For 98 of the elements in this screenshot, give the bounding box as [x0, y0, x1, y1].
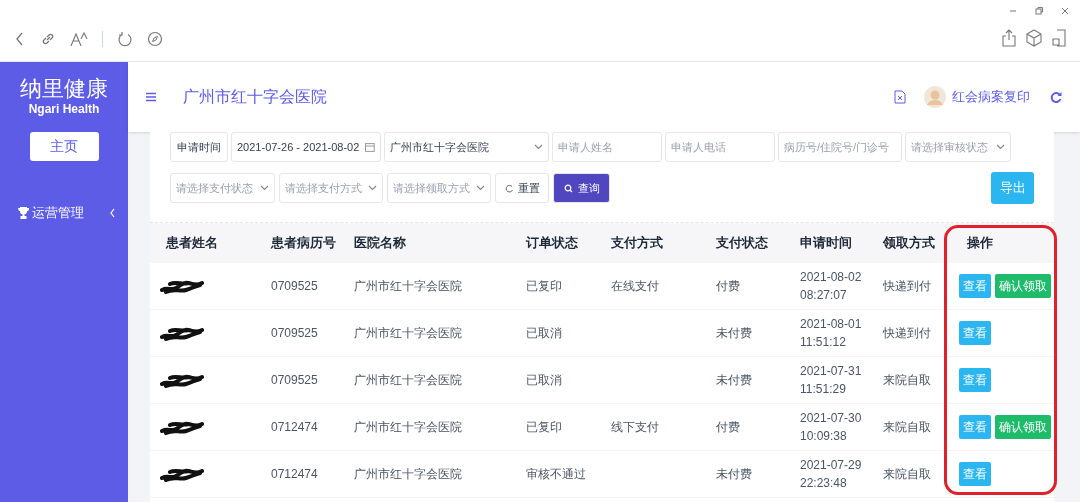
table-cell-text: 已复印 — [525, 419, 563, 436]
search-button[interactable]: 查询 — [553, 173, 610, 203]
search-icon — [563, 183, 573, 193]
caret-icon — [260, 185, 269, 191]
date-text: 2021-07-31 — [800, 363, 863, 380]
table-cell-text: 广州市红十字会医院 — [353, 419, 463, 436]
column-header: 医院名称 — [353, 234, 407, 253]
table-cell-text: 广州市红十字会医院 — [353, 372, 463, 389]
caret-icon — [368, 185, 377, 191]
view-button[interactable]: 查看 — [959, 415, 991, 439]
table-cell-text: 付费 — [715, 278, 741, 295]
view-button[interactable]: 查看 — [959, 462, 991, 486]
column-header: 操作 — [966, 234, 994, 253]
logo-subtitle: Ngari Health — [28, 102, 100, 116]
link-icon[interactable] — [40, 31, 56, 47]
confirm-pickup-button[interactable]: 确认领取 — [995, 415, 1051, 439]
table-cell-text: 来院自取 — [882, 419, 932, 436]
table-cell-text: 0712474 — [270, 419, 319, 436]
column-header: 患者姓名 — [165, 234, 219, 253]
caret-icon — [476, 185, 485, 191]
logo-title: 纳里健康 — [20, 76, 108, 102]
refresh-icon[interactable] — [117, 31, 133, 47]
table-cell-text: 已取消 — [525, 325, 563, 342]
table-cell-text: 来院自取 — [882, 372, 932, 389]
reset-icon — [504, 183, 514, 193]
redaction-scribble — [160, 419, 206, 435]
time-text: 08:27:07 — [800, 287, 848, 304]
reset-button[interactable]: 重置 — [495, 173, 549, 203]
table-cell-text: 0709525 — [270, 372, 319, 389]
date-text: 2021-08-01 — [800, 316, 863, 333]
date-text: 2021-07-30 — [800, 410, 863, 427]
calendar-icon — [365, 142, 375, 152]
date-range-field[interactable]: 2021-07-26 - 2021-08-02 — [231, 132, 381, 162]
table-cell-text: 付费 — [715, 419, 741, 436]
column-header: 订单状态 — [525, 234, 579, 253]
menu-icon[interactable] — [146, 92, 156, 102]
column-header: 支付方式 — [610, 234, 664, 253]
select-field[interactable]: 请选择支付方式 — [279, 173, 383, 203]
caret-icon — [534, 144, 543, 150]
refresh-icon[interactable] — [1050, 91, 1062, 103]
input-field[interactable]: 申请人电话 — [665, 132, 775, 162]
time-text: 11:51:29 — [800, 381, 847, 398]
user-name[interactable]: 红会病案复印 — [952, 87, 1030, 107]
table-cell-text: 已复印 — [525, 278, 563, 295]
column-header: 支付状态 — [715, 234, 769, 253]
view-button[interactable]: 查看 — [959, 274, 991, 298]
table-cell-text: 在线支付 — [610, 278, 660, 295]
table-cell-text: 快递到付 — [882, 325, 932, 342]
column-header: 领取方式 — [881, 234, 936, 253]
table-cell-text: 线下支付 — [610, 419, 660, 436]
table-cell-text: 快递到付 — [882, 278, 932, 295]
date-text: 2021-08-02 — [800, 269, 863, 286]
date-label: 申请时间 — [170, 132, 228, 162]
input-field[interactable]: 病历号/住院号/门诊号 — [778, 132, 902, 162]
table-cell-text: 0712474 — [270, 466, 319, 483]
restore-icon[interactable] — [1034, 6, 1044, 16]
select-field[interactable]: 请选择支付状态 — [170, 173, 275, 203]
input-field[interactable]: 申请人姓名 — [552, 132, 662, 162]
table-cell-text: 审核不通过 — [525, 466, 587, 483]
close-icon[interactable] — [1060, 6, 1070, 16]
table-cell-text: 0709525 — [270, 325, 319, 342]
table-cell-text: 未付费 — [715, 325, 753, 342]
cube-icon[interactable] — [1026, 29, 1042, 47]
column-header: 患者病历号 — [270, 234, 337, 253]
view-button[interactable]: 查看 — [959, 321, 991, 345]
text-size-icon[interactable] — [70, 31, 88, 47]
table-cell-text: 未付费 — [715, 466, 753, 483]
table-cell-text: 广州市红十字会医院 — [353, 325, 463, 342]
trophy-icon — [18, 207, 29, 219]
excel-file-icon[interactable] — [894, 90, 906, 104]
column-header: 申请时间 — [799, 234, 853, 253]
redaction-scribble — [160, 466, 206, 482]
share-icon[interactable] — [1002, 29, 1016, 47]
select-field[interactable]: 广州市红十字会医院 — [384, 132, 549, 162]
select-field[interactable]: 请选择领取方式 — [387, 173, 491, 203]
redaction-scribble — [160, 325, 206, 341]
table-cell-text: 0709525 — [270, 278, 319, 295]
redaction-scribble — [160, 372, 206, 388]
select-field[interactable]: 请选择审核状态 — [905, 132, 1011, 162]
compass-icon[interactable] — [147, 31, 163, 47]
home-button[interactable]: 主页 — [29, 132, 99, 161]
hospital-title: 广州市红十字会医院 — [183, 87, 327, 107]
sidebar-item[interactable]: 运营管理 — [0, 201, 128, 225]
table-cell-text: 广州市红十字会医院 — [353, 466, 463, 483]
time-text: 10:09:38 — [800, 428, 848, 445]
table-cell-text: 广州市红十字会医院 — [353, 278, 463, 295]
redaction-scribble — [160, 278, 206, 294]
avatar-icon — [924, 86, 946, 108]
export-button[interactable]: 导出 — [991, 172, 1034, 204]
caret-icon — [996, 144, 1005, 150]
table-cell-text: 未付费 — [715, 372, 753, 389]
time-text: 22:23:48 — [800, 475, 848, 492]
date-text: 2021-07-29 — [800, 457, 863, 474]
table-cell-text: 已取消 — [525, 372, 563, 389]
table-cell-text: 来院自取 — [882, 466, 932, 483]
view-button[interactable]: 查看 — [959, 368, 991, 392]
confirm-pickup-button[interactable]: 确认领取 — [995, 274, 1051, 298]
time-text: 11:51:12 — [800, 334, 847, 351]
